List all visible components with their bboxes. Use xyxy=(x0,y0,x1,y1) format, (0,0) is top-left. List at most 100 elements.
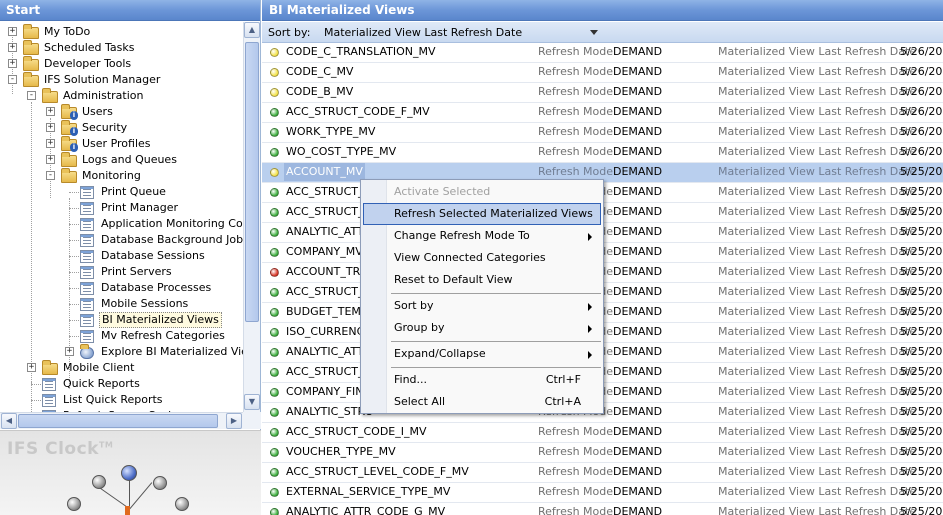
tree-node[interactable]: + Developer Tools xyxy=(0,56,243,72)
tree-label-database-sessions[interactable]: Database Sessions xyxy=(99,248,207,264)
scroll-down-button[interactable]: ▼ xyxy=(244,394,260,410)
tree-node[interactable]: Application Monitoring Console xyxy=(0,216,243,232)
menu-item-view-connected-categories[interactable]: View Connected Categories xyxy=(363,247,601,269)
tree-label-print-queue[interactable]: Print Queue xyxy=(99,184,168,200)
menu-item-reset-to-default-view[interactable]: Reset to Default View xyxy=(363,269,601,291)
tree-node[interactable]: + i Users xyxy=(0,104,243,120)
expand-icon[interactable]: + xyxy=(65,347,74,356)
menu-item-sort-by[interactable]: Sort by xyxy=(363,295,601,317)
tree-label-application-monitoring-console[interactable]: Application Monitoring Console xyxy=(99,216,243,232)
list-row[interactable]: CODE_C_MV Refresh Mode DEMAND Materialized … xyxy=(262,63,943,83)
vertical-scroll-thumb[interactable] xyxy=(245,42,259,322)
list-row[interactable]: VOUCHER_TYPE_MV Refresh Mode DEMAND Materia… xyxy=(262,443,943,463)
tree-node[interactable]: BI Materialized Views xyxy=(0,312,243,328)
tree-horizontal-scrollbar[interactable]: ◀ ▶ xyxy=(0,412,243,429)
last-refresh-date: 5/25/2008 xyxy=(900,205,943,218)
tree-node[interactable]: + i User Profiles xyxy=(0,136,243,152)
tree-label-mobile-client[interactable]: Mobile Client xyxy=(61,360,136,376)
menu-item-expand-collapse[interactable]: Expand/Collapse xyxy=(363,343,601,365)
tree-label-security[interactable]: Security xyxy=(80,120,129,136)
expand-icon[interactable]: + xyxy=(8,59,17,68)
tree-node[interactable]: Database Sessions xyxy=(0,248,243,264)
tree-label-database-processes[interactable]: Database Processes xyxy=(99,280,213,296)
tree-node[interactable]: - Monitoring xyxy=(0,168,243,184)
tree-label-explore-bi-materialized-views[interactable]: Explore BI Materialized Views xyxy=(99,344,243,360)
list-row[interactable]: WORK_TYPE_MV Refresh Mode DEMAND Materializ… xyxy=(262,123,943,143)
tree-label-mobile-sessions[interactable]: Mobile Sessions xyxy=(99,296,190,312)
tree-node[interactable]: + My ToDo xyxy=(0,24,243,40)
scroll-left-button[interactable]: ◀ xyxy=(1,413,17,429)
menu-item-change-refresh-mode-to[interactable]: Change Refresh Mode To xyxy=(363,225,601,247)
expand-icon[interactable]: + xyxy=(46,155,55,164)
list-row[interactable]: EXTERNAL_SERVICE_TYPE_MV Refresh Mode DEMA… xyxy=(262,483,943,503)
tree-label-monitoring[interactable]: Monitoring xyxy=(80,168,143,184)
list-row[interactable]: CODE_C_TRANSLATION_MV Refresh Mode DEMAND M… xyxy=(262,43,943,63)
scroll-right-button[interactable]: ▶ xyxy=(226,413,242,429)
list-row[interactable]: WO_COST_TYPE_MV Refresh Mode DEMAND Materia… xyxy=(262,143,943,163)
scroll-up-button[interactable]: ▲ xyxy=(244,22,260,38)
tree-node[interactable]: Quick Reports xyxy=(0,376,243,392)
list-row[interactable]: ACC_STRUCT_CODE_F_MV Refresh Mode DEMAND Ma… xyxy=(262,103,943,123)
last-refresh-date: 5/25/2008 xyxy=(900,365,943,378)
tree-label-logs-and-queues[interactable]: Logs and Queues xyxy=(80,152,179,168)
expand-icon[interactable]: + xyxy=(27,363,36,372)
tree-node[interactable]: Database Processes xyxy=(0,280,243,296)
tree-node[interactable]: Print Servers xyxy=(0,264,243,280)
tree-node[interactable]: + Explore BI Materialized Views xyxy=(0,344,243,360)
list-row[interactable]: ACC_STRUCT_CODE_I_MV Refresh Mode DEMAND Ma… xyxy=(262,423,943,443)
tree-node[interactable]: Database Background Jobs xyxy=(0,232,243,248)
tree-label-print-manager[interactable]: Print Manager xyxy=(99,200,180,216)
tree-label-scheduled-tasks[interactable]: Scheduled Tasks xyxy=(42,40,137,56)
tree-label-users[interactable]: Users xyxy=(80,104,115,120)
expand-icon[interactable]: + xyxy=(46,107,55,116)
tree-label-developer-tools[interactable]: Developer Tools xyxy=(42,56,133,72)
sort-dropdown[interactable]: Materialized View Last Refresh Date xyxy=(324,22,522,43)
tree-label-administration[interactable]: Administration xyxy=(61,88,146,104)
expand-icon[interactable]: + xyxy=(8,27,17,36)
collapse-icon[interactable]: - xyxy=(8,75,17,84)
clock-knob[interactable] xyxy=(175,497,189,511)
context-menu: Activate Selected Refresh Selected Materi… xyxy=(360,179,604,414)
tree-node[interactable]: List Quick Reports xyxy=(0,392,243,408)
tree-label-my-todo[interactable]: My ToDo xyxy=(42,24,92,40)
horizontal-scroll-thumb[interactable] xyxy=(18,414,218,428)
tree-label-bi-materialized-views[interactable]: BI Materialized Views xyxy=(99,312,222,328)
menu-item-refresh-selected-materialized-views[interactable]: Refresh Selected Materialized Views xyxy=(363,203,601,225)
menu-item-group-by[interactable]: Group by xyxy=(363,317,601,339)
list-row[interactable]: ACC_STRUCT_LEVEL_CODE_F_MV Refresh Mode DE… xyxy=(262,463,943,483)
tree-node[interactable]: - IFS Solution Manager xyxy=(0,72,243,88)
tree-node[interactable]: + Scheduled Tasks xyxy=(0,40,243,56)
tree-node[interactable]: Mobile Sessions xyxy=(0,296,243,312)
tree-label-print-servers[interactable]: Print Servers xyxy=(99,264,174,280)
list-row[interactable]: ANALYTIC_ATTR_CODE_G_MV Refresh Mode DEMAN… xyxy=(262,503,943,515)
clock-knob[interactable] xyxy=(153,476,167,490)
tree-label-user-profiles[interactable]: User Profiles xyxy=(80,136,153,152)
expand-icon[interactable]: + xyxy=(8,43,17,52)
tree-label-ifs-solution-manager[interactable]: IFS Solution Manager xyxy=(42,72,162,88)
status-green-icon xyxy=(270,368,279,377)
clock-knob[interactable] xyxy=(67,497,81,511)
tree-vertical-scrollbar[interactable]: ▲ ▼ xyxy=(243,22,260,412)
tree-label-quick-reports[interactable]: Quick Reports xyxy=(61,376,142,392)
menu-item-activate-selected[interactable]: Activate Selected xyxy=(363,181,601,203)
menu-item-find[interactable]: Find... Ctrl+F xyxy=(363,369,601,391)
tree-node[interactable]: + Mobile Client xyxy=(0,360,243,376)
collapse-icon[interactable]: - xyxy=(46,171,55,180)
collapse-icon[interactable]: - xyxy=(27,91,36,100)
tree-label-mv-refresh-categories[interactable]: Mv Refresh Categories xyxy=(99,328,227,344)
expand-icon[interactable]: + xyxy=(46,123,55,132)
list-row[interactable]: CODE_B_MV Refresh Mode DEMAND Materialized … xyxy=(262,83,943,103)
tree-label-list-quick-reports[interactable]: List Quick Reports xyxy=(61,392,165,408)
tree-node[interactable]: + i Security xyxy=(0,120,243,136)
sort-dropdown-arrow-icon[interactable] xyxy=(590,30,598,35)
tree-label-database-background-jobs[interactable]: Database Background Jobs xyxy=(99,232,243,248)
menu-item-select-all[interactable]: Select All Ctrl+A xyxy=(363,391,601,413)
tree-node[interactable]: Mv Refresh Categories xyxy=(0,328,243,344)
tree-node[interactable]: Print Queue xyxy=(0,184,243,200)
clock-knob[interactable] xyxy=(92,475,106,489)
tree-node[interactable]: - Administration xyxy=(0,88,243,104)
expand-icon[interactable]: + xyxy=(46,139,55,148)
tree-node[interactable]: Print Manager xyxy=(0,200,243,216)
clock-knob-active[interactable] xyxy=(121,465,137,481)
tree-node[interactable]: + Logs and Queues xyxy=(0,152,243,168)
